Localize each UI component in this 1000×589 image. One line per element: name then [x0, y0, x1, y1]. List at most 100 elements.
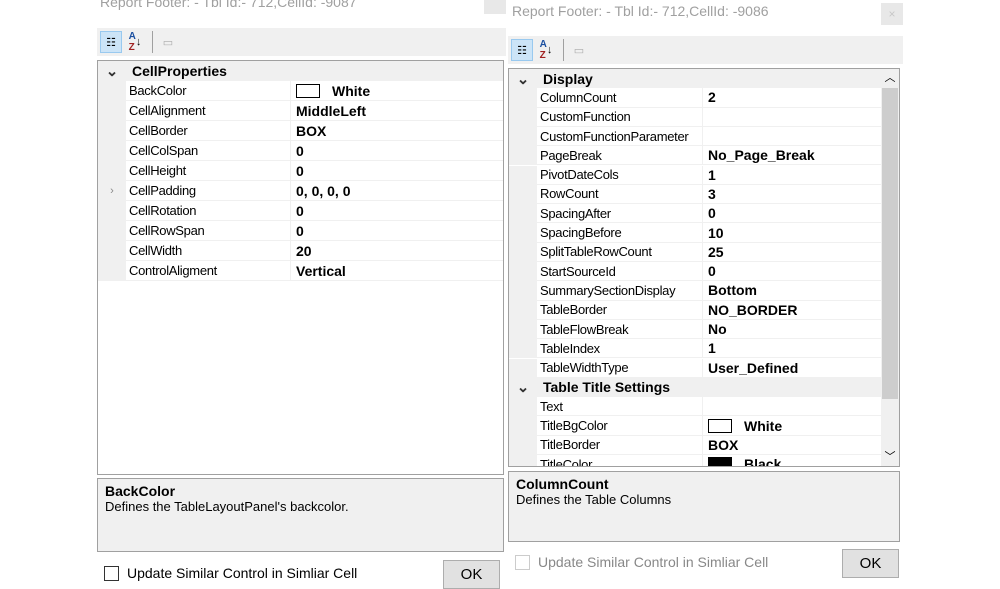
property-value[interactable]: Vertical — [291, 261, 503, 281]
property-name: PivotDateCols — [537, 165, 703, 185]
property-row[interactable]: PivotDateCols 1 — [509, 165, 881, 185]
property-row[interactable]: › CellPadding 0, 0, 0, 0 — [98, 181, 503, 201]
scrollbar-thumb[interactable] — [882, 88, 898, 399]
toolbar-separator — [563, 39, 564, 61]
checkbox-label: Update Similar Control in Simliar Cell — [127, 565, 358, 581]
value-text: 0 — [296, 202, 304, 219]
property-value[interactable]: MiddleLeft — [291, 101, 503, 121]
collapse-chevron-icon[interactable]: ⌄ — [98, 61, 126, 81]
property-row[interactable]: StartSourceId 0 — [509, 262, 881, 282]
expand-chevron-icon[interactable]: › — [98, 181, 126, 201]
property-value[interactable]: 0 — [291, 141, 503, 161]
right-property-grid[interactable]: ︿ ﹀ ⌄ Display ColumnCount 2 CustomFunction Cu… — [508, 68, 900, 467]
property-row[interactable]: CellHeight 0 — [98, 161, 503, 181]
property-name: ControlAligment — [126, 261, 291, 281]
property-value[interactable]: 0 — [703, 262, 881, 282]
property-value[interactable]: Black — [703, 455, 881, 466]
property-value[interactable]: 1 — [703, 166, 881, 185]
category-row[interactable]: ⌄ Display — [509, 69, 881, 89]
property-row[interactable]: SpacingAfter 0 — [509, 204, 881, 224]
property-value[interactable]: No_Page_Break — [703, 146, 881, 166]
property-row[interactable]: TableIndex 1 — [509, 339, 881, 359]
right-ok-button[interactable]: OK — [842, 549, 899, 578]
row-gutter — [98, 261, 126, 281]
property-row[interactable]: CellRowSpan 0 — [98, 221, 503, 241]
property-value[interactable]: 0 — [703, 204, 881, 224]
property-value[interactable]: 2 — [703, 88, 881, 108]
categorized-icon[interactable]: ☷ — [511, 39, 533, 61]
property-value[interactable]: White — [291, 81, 503, 101]
property-row[interactable]: CustomFunction — [509, 107, 881, 127]
property-value[interactable]: Bottom — [703, 281, 881, 301]
property-value[interactable]: NO_BORDER — [703, 301, 881, 320]
scroll-up-icon[interactable]: ︿ — [881, 69, 899, 87]
property-row[interactable]: TitleBgColor White — [509, 416, 881, 436]
value-text: BOX — [708, 436, 739, 453]
vertical-scrollbar[interactable]: ︿ ﹀ — [881, 69, 899, 466]
property-value[interactable]: 0 — [291, 161, 503, 181]
property-value[interactable]: 0 — [291, 201, 503, 221]
property-value[interactable]: No — [703, 320, 881, 340]
property-row[interactable]: CellBorder BOX — [98, 121, 503, 141]
property-value[interactable]: 1 — [703, 339, 881, 359]
property-name: TableFlowBreak — [537, 319, 703, 340]
collapse-chevron-icon[interactable]: ⌄ — [509, 69, 537, 89]
property-row[interactable]: SpacingBefore 10 — [509, 223, 881, 243]
property-value[interactable]: BOX — [291, 121, 503, 141]
right-update-checkbox[interactable]: Update Similar Control in Simliar Cell — [515, 554, 768, 570]
property-row[interactable]: Text — [509, 397, 881, 417]
property-row[interactable]: TableFlowBreak No — [509, 319, 881, 340]
checkbox-box[interactable] — [104, 565, 119, 581]
property-value[interactable]: 10 — [703, 223, 881, 243]
property-value[interactable] — [703, 127, 881, 147]
property-row[interactable]: CellAlignment MiddleLeft — [98, 101, 503, 121]
property-row[interactable]: CustomFunctionParameter — [509, 126, 881, 147]
sort-az-icon[interactable]: A Z ↓ — [124, 31, 146, 53]
property-value[interactable]: 3 — [703, 185, 881, 205]
value-text: BOX — [296, 122, 327, 139]
property-value[interactable]: White — [703, 416, 881, 436]
property-row[interactable]: SplitTableRowCount 25 — [509, 242, 881, 262]
category-row[interactable]: ⌄ Table Title Settings — [509, 377, 881, 398]
categorized-icon[interactable]: ☷ — [100, 31, 122, 53]
property-value[interactable]: 0, 0, 0, 0 — [291, 181, 503, 201]
sort-az-icon[interactable]: A Z ↓ — [535, 39, 557, 61]
property-row[interactable]: PageBreak No_Page_Break — [509, 146, 881, 166]
property-row[interactable]: CellWidth 20 — [98, 241, 503, 261]
checkbox-box[interactable] — [515, 554, 530, 570]
property-row[interactable]: BackColor White — [98, 81, 503, 101]
property-row[interactable]: TitleBorder BOX — [509, 435, 881, 455]
property-value[interactable] — [703, 397, 881, 417]
property-row[interactable]: TableWidthType User_Defined — [509, 358, 881, 378]
property-row[interactable]: ControlAligment Vertical — [98, 261, 503, 281]
property-value[interactable]: 20 — [291, 241, 503, 261]
property-row[interactable]: SummarySectionDisplay Bottom — [509, 281, 881, 301]
property-pages-icon[interactable]: ▭ — [157, 31, 179, 53]
left-property-grid[interactable]: ⌄ CellProperties BackColor White CellAlignme… — [97, 60, 504, 475]
scroll-down-icon[interactable]: ﹀ — [881, 448, 899, 466]
property-row[interactable]: TableBorder NO_BORDER — [509, 300, 881, 320]
row-gutter — [98, 81, 126, 101]
left-update-checkbox[interactable]: Update Similar Control in Simliar Cell — [104, 565, 357, 581]
left-ok-button[interactable]: OK — [443, 560, 500, 589]
category-label: Display — [543, 70, 593, 87]
property-value[interactable]: 0 — [291, 221, 503, 241]
property-pages-icon[interactable]: ▭ — [568, 39, 590, 61]
property-name: SplitTableRowCount — [537, 242, 703, 262]
category-row[interactable]: ⌄ CellProperties — [98, 61, 503, 81]
property-value[interactable] — [703, 108, 881, 127]
property-row[interactable]: CellColSpan 0 — [98, 141, 503, 161]
left-close-button[interactable] — [484, 0, 506, 14]
property-row[interactable]: CellRotation 0 — [98, 201, 503, 221]
property-row[interactable]: RowCount 3 — [509, 184, 881, 205]
property-name: CustomFunction — [537, 107, 703, 127]
right-close-button[interactable]: × — [881, 3, 903, 25]
property-name: CellAlignment — [126, 101, 291, 121]
property-value[interactable]: User_Defined — [703, 359, 881, 378]
property-row[interactable]: TitleColor Black — [509, 455, 881, 466]
value-text: User_Defined — [708, 359, 799, 376]
collapse-chevron-icon[interactable]: ⌄ — [509, 377, 537, 398]
property-value[interactable]: 25 — [703, 243, 881, 262]
property-row[interactable]: ColumnCount 2 — [509, 88, 881, 108]
property-value[interactable]: BOX — [703, 436, 881, 455]
